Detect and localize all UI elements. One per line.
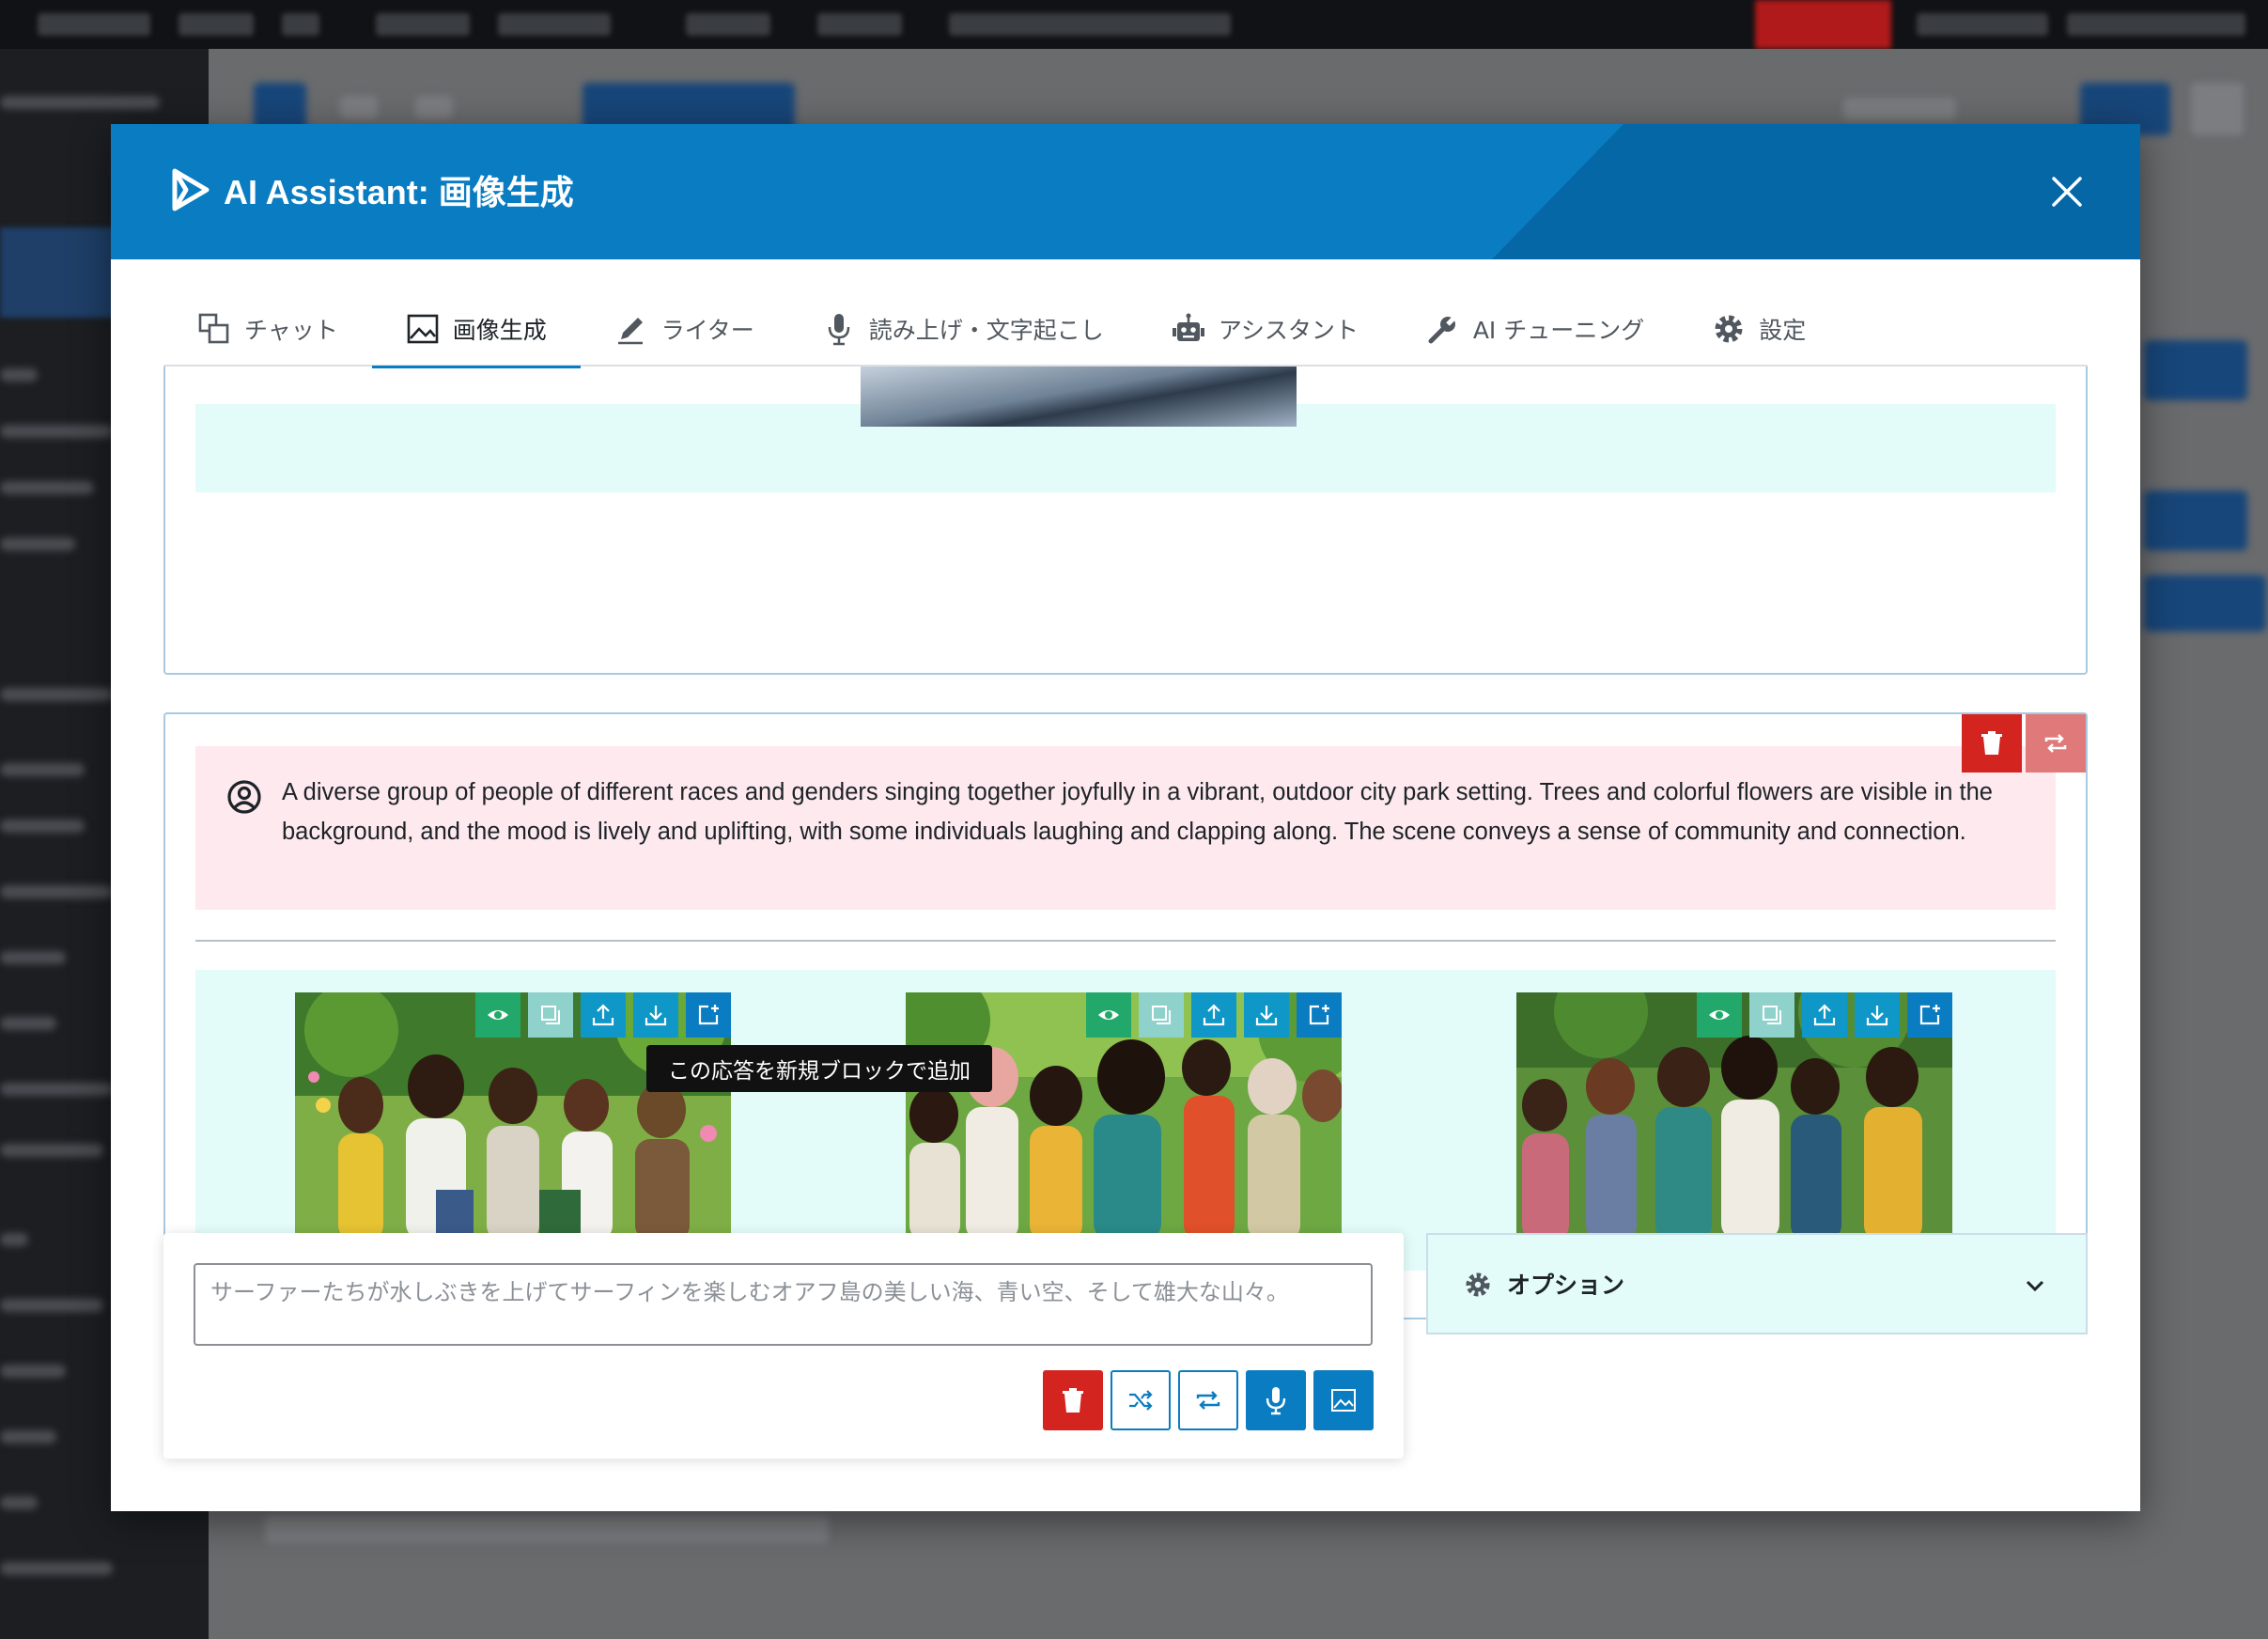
copy-button[interactable] (1749, 992, 1794, 1038)
previous-result-card (163, 367, 2088, 675)
chat-icon (198, 313, 229, 344)
gear-icon (1466, 1272, 1490, 1297)
add-block-tooltip: この応答を新規ブロックで追加 (646, 1045, 992, 1092)
random-prompt-button[interactable] (1111, 1370, 1171, 1430)
microphone-icon (828, 314, 850, 346)
conversation-actions (1962, 714, 2086, 773)
copy-button[interactable] (528, 992, 573, 1038)
robot-icon (1172, 313, 1204, 341)
user-prompt-text: A diverse group of people of different r… (282, 779, 1993, 845)
tab-assistants[interactable]: アシスタント (1138, 291, 1392, 367)
add-block-button[interactable] (686, 992, 731, 1038)
close-icon[interactable] (2044, 169, 2089, 214)
ai-engine-logo-icon (172, 168, 210, 211)
upload-icon (1203, 1004, 1225, 1026)
gear-icon (1715, 315, 1743, 343)
download-icon (645, 1006, 667, 1026)
download-button[interactable] (633, 992, 678, 1038)
header-decoration (1492, 124, 2140, 259)
ai-assistant-modal: AI Assistant: 画像生成 チャット 画像生成 ライター 読み上げ・文… (111, 124, 2140, 1511)
tab-label: ライター (660, 317, 754, 344)
add-block-button[interactable] (1907, 992, 1952, 1038)
copy-icon (1763, 1006, 1781, 1024)
generated-image-2[interactable] (906, 992, 1342, 1241)
tab-label: AI チューニング (1472, 317, 1645, 344)
preview-button[interactable] (1086, 992, 1131, 1038)
repeat-icon (2044, 734, 2067, 753)
tab-ai-tuning[interactable]: AI チューニング (1392, 291, 1678, 367)
input-actions (1043, 1370, 1374, 1430)
download-icon (1866, 1006, 1888, 1026)
divider (195, 940, 2056, 942)
image-toolbar (1697, 992, 1952, 1038)
modal-header: AI Assistant: 画像生成 (111, 124, 2140, 259)
user-prompt-box: A diverse group of people of different r… (195, 746, 2056, 910)
download-icon (1255, 1006, 1278, 1026)
tab-label: 読み上げ・文字起こし (868, 317, 1104, 344)
pencil-icon (617, 318, 643, 345)
image-toolbar (475, 992, 731, 1038)
image-toolbar (1086, 992, 1342, 1038)
eye-icon (488, 1010, 508, 1020)
trash-icon (1063, 1388, 1083, 1413)
generate-image-button[interactable] (1313, 1370, 1374, 1430)
image-icon (407, 314, 439, 344)
tab-label: 設定 (1759, 317, 1807, 344)
add-block-icon (1309, 1005, 1329, 1025)
modal-title: AI Assistant: 画像生成 (224, 173, 574, 211)
tab-bar: チャット 画像生成 ライター 読み上げ・文字起こし アシスタント AI チューニ… (163, 291, 2088, 368)
tab-label: チャット (244, 317, 338, 344)
add-block-button[interactable] (1297, 992, 1342, 1038)
repeat-icon (1196, 1391, 1220, 1410)
regenerate-button[interactable] (2026, 714, 2086, 773)
wrench-icon (1428, 313, 1459, 344)
tab-label: 画像生成 (452, 317, 547, 344)
clear-button[interactable] (1043, 1370, 1103, 1430)
download-button[interactable] (1855, 992, 1900, 1038)
preview-button[interactable] (1697, 992, 1742, 1038)
download-button[interactable] (1244, 992, 1289, 1038)
trash-icon (1981, 731, 2002, 755)
tab-writer[interactable]: ライター (581, 291, 788, 367)
tab-speech[interactable]: 読み上げ・文字起こし (788, 291, 1138, 367)
microphone-icon (1266, 1387, 1286, 1415)
eye-icon (1098, 1010, 1119, 1020)
microphone-button[interactable] (1246, 1370, 1306, 1430)
generated-image-3[interactable] (1516, 992, 1952, 1241)
copy-icon (541, 1006, 560, 1024)
previous-generated-image[interactable] (861, 367, 1297, 427)
upload-icon (1813, 1004, 1836, 1026)
tab-settings[interactable]: 設定 (1678, 291, 1840, 367)
copy-button[interactable] (1139, 992, 1184, 1038)
tab-label: アシスタント (1218, 317, 1359, 344)
delete-button[interactable] (1962, 714, 2022, 773)
copy-icon (1152, 1006, 1171, 1024)
user-icon (227, 780, 261, 814)
tab-chat[interactable]: チャット (163, 291, 372, 367)
background-admin-bar (0, 0, 2268, 49)
upload-button[interactable] (581, 992, 626, 1038)
shuffle-icon (1129, 1390, 1153, 1411)
chevron-down-icon (2026, 1280, 2044, 1292)
prompt-input[interactable] (194, 1263, 1373, 1346)
add-block-icon (698, 1005, 719, 1025)
image-icon (1331, 1389, 1356, 1412)
upload-button[interactable] (1191, 992, 1236, 1038)
prompt-input-card (163, 1233, 1404, 1459)
add-block-icon (1919, 1005, 1940, 1025)
tab-image-generation[interactable]: 画像生成 (371, 291, 581, 368)
conversation-card: A diverse group of people of different r… (163, 712, 2088, 1319)
upload-button[interactable] (1802, 992, 1847, 1038)
options-panel[interactable]: オプション (1426, 1233, 2088, 1335)
options-label: オプション (1507, 1272, 1625, 1299)
generated-image-1[interactable] (295, 992, 731, 1241)
preview-button[interactable] (475, 992, 520, 1038)
generated-images-area (195, 970, 2056, 1271)
repeat-button[interactable] (1178, 1370, 1238, 1430)
upload-icon (592, 1004, 614, 1026)
eye-icon (1709, 1010, 1730, 1020)
